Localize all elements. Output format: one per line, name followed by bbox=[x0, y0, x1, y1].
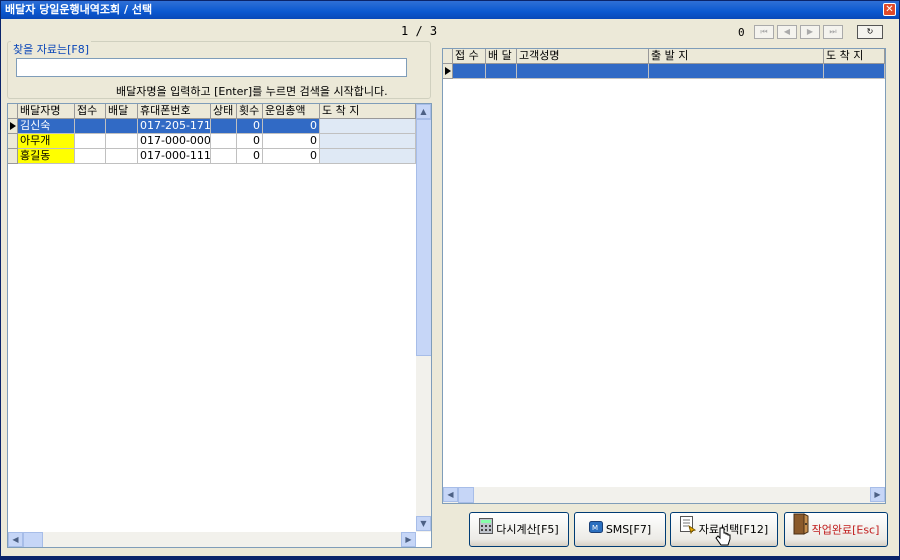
trip-grid[interactable]: 접 수 배 달 고객성명 출 발 지 도 착 지 ◀ ▶ bbox=[442, 48, 886, 504]
table-cell[interactable]: 0 bbox=[237, 119, 263, 134]
scroll-down-icon[interactable]: ▼ bbox=[416, 516, 431, 531]
col-header-delivered[interactable]: 배달 bbox=[106, 104, 138, 119]
table-cell[interactable] bbox=[106, 119, 138, 134]
table-cell[interactable]: 홍길동 bbox=[18, 149, 75, 164]
scroll-up-icon[interactable]: ▲ bbox=[416, 104, 431, 119]
driver-grid-vscroll[interactable]: ▲ ▼ bbox=[416, 104, 431, 532]
table-cell[interactable]: 017-000-0000 bbox=[138, 134, 211, 149]
select-data-button[interactable]: 자료선택[F12] bbox=[670, 512, 778, 547]
table-cell[interactable] bbox=[211, 134, 237, 149]
table-cell[interactable] bbox=[320, 119, 416, 134]
scroll-thumb[interactable] bbox=[23, 532, 43, 547]
window-title: 배달자 당일운행내역조회 / 선택 bbox=[5, 3, 153, 16]
col-header-customer[interactable]: 고객성명 bbox=[517, 49, 649, 64]
row-indicator[interactable] bbox=[8, 119, 18, 134]
search-legend: 찾을 자료는[F8] bbox=[11, 41, 92, 57]
scroll-thumb[interactable] bbox=[458, 487, 474, 503]
driver-grid[interactable]: 배달자명 접수 배달 휴대폰번호 상태 횟수 운임총액 도 착 지 ▲ ▼ ◀ … bbox=[7, 103, 432, 548]
col-header-destination[interactable]: 도 착 지 bbox=[824, 49, 885, 64]
recalculate-button[interactable]: 다시계산[F5] bbox=[469, 512, 569, 547]
table-cell[interactable] bbox=[320, 149, 416, 164]
page-counter: 1 / 3 bbox=[401, 24, 438, 38]
exit-door-icon bbox=[793, 513, 809, 548]
search-hint: 배달자명을 입력하고 [Enter]를 누르면 검색을 시작합니다. bbox=[116, 85, 388, 98]
row-indicator[interactable] bbox=[8, 149, 18, 164]
col-header-received[interactable]: 접 수 bbox=[453, 49, 486, 64]
finish-label: 작업완료[Esc] bbox=[811, 523, 880, 537]
hand-cursor-icon bbox=[715, 527, 731, 560]
table-cell[interactable] bbox=[649, 64, 824, 79]
table-cell[interactable]: 0 bbox=[263, 134, 320, 149]
table-cell[interactable]: 017-000-1111 bbox=[138, 149, 211, 164]
prev-record-button[interactable]: ◀ bbox=[777, 25, 797, 39]
col-header-status[interactable]: 상태 bbox=[211, 104, 237, 119]
table-cell[interactable]: 0 bbox=[237, 134, 263, 149]
sms-icon: M bbox=[588, 514, 603, 547]
driver-grid-hscroll[interactable]: ◀ ▶ bbox=[8, 532, 416, 547]
next-record-button[interactable]: ▶ bbox=[800, 25, 820, 39]
grid-corner bbox=[443, 49, 453, 64]
table-cell[interactable]: 김신숙 bbox=[18, 119, 75, 134]
col-header-origin[interactable]: 출 발 지 bbox=[649, 49, 824, 64]
finish-button[interactable]: 작업완료[Esc] bbox=[784, 512, 888, 547]
document-select-icon bbox=[679, 514, 696, 547]
search-input[interactable] bbox=[16, 58, 407, 77]
title-bar: 배달자 당일운행내역조회 / 선택 ✕ bbox=[1, 1, 899, 19]
table-cell[interactable] bbox=[486, 64, 517, 79]
svg-text:M: M bbox=[592, 524, 598, 532]
table-cell[interactable]: 아무개 bbox=[18, 134, 75, 149]
app-window: 배달자 당일운행내역조회 / 선택 ✕ 1 / 3 0 ⏮ ◀ ▶ ⏭ ↻ 찾을 자료는… bbox=[0, 0, 900, 557]
first-record-button[interactable]: ⏮ bbox=[754, 25, 774, 39]
table-cell[interactable] bbox=[75, 119, 106, 134]
table-cell[interactable] bbox=[320, 134, 416, 149]
table-cell[interactable]: 017-205-1713 bbox=[138, 119, 211, 134]
sms-button[interactable]: M SMS[F7] bbox=[574, 512, 666, 547]
calculator-icon bbox=[479, 514, 494, 547]
table-cell[interactable] bbox=[75, 149, 106, 164]
table-cell[interactable] bbox=[211, 149, 237, 164]
sms-label: SMS[F7] bbox=[605, 523, 652, 536]
table-cell[interactable] bbox=[106, 149, 138, 164]
refresh-button[interactable]: ↻ bbox=[857, 25, 883, 39]
current-row-arrow-icon bbox=[10, 122, 16, 130]
table-cell[interactable] bbox=[211, 119, 237, 134]
grid-corner bbox=[8, 104, 18, 119]
table-cell[interactable]: 0 bbox=[237, 149, 263, 164]
last-record-button[interactable]: ⏭ bbox=[823, 25, 843, 39]
col-header-count[interactable]: 횟수 bbox=[237, 104, 263, 119]
col-header-received[interactable]: 접수 bbox=[75, 104, 106, 119]
close-icon[interactable]: ✕ bbox=[883, 3, 896, 16]
table-cell[interactable] bbox=[517, 64, 649, 79]
scroll-left-icon[interactable]: ◀ bbox=[443, 487, 458, 502]
table-cell[interactable] bbox=[75, 134, 106, 149]
recalculate-label: 다시계산[F5] bbox=[496, 523, 559, 536]
col-header-delivered[interactable]: 배 달 bbox=[486, 49, 517, 64]
col-header-fare-total[interactable]: 운임총액 bbox=[263, 104, 320, 119]
scroll-left-icon[interactable]: ◀ bbox=[8, 532, 23, 547]
select-data-label: 자료선택[F12] bbox=[698, 523, 769, 536]
row-indicator[interactable] bbox=[8, 134, 18, 149]
trip-grid-hscroll[interactable]: ◀ ▶ bbox=[443, 487, 885, 503]
row-indicator[interactable] bbox=[443, 64, 453, 79]
table-cell[interactable] bbox=[453, 64, 486, 79]
col-header-destination[interactable]: 도 착 지 bbox=[320, 104, 416, 119]
scroll-thumb[interactable] bbox=[416, 119, 431, 356]
scroll-right-icon[interactable]: ▶ bbox=[401, 532, 416, 547]
table-cell[interactable] bbox=[106, 134, 138, 149]
current-row-arrow-icon bbox=[445, 67, 451, 75]
scroll-right-icon[interactable]: ▶ bbox=[870, 487, 885, 502]
table-cell[interactable] bbox=[824, 64, 885, 79]
col-header-phone[interactable]: 휴대폰번호 bbox=[138, 104, 211, 119]
table-cell[interactable]: 0 bbox=[263, 119, 320, 134]
table-cell[interactable]: 0 bbox=[263, 149, 320, 164]
col-header-name[interactable]: 배달자명 bbox=[18, 104, 75, 119]
record-count: 0 bbox=[738, 26, 745, 39]
